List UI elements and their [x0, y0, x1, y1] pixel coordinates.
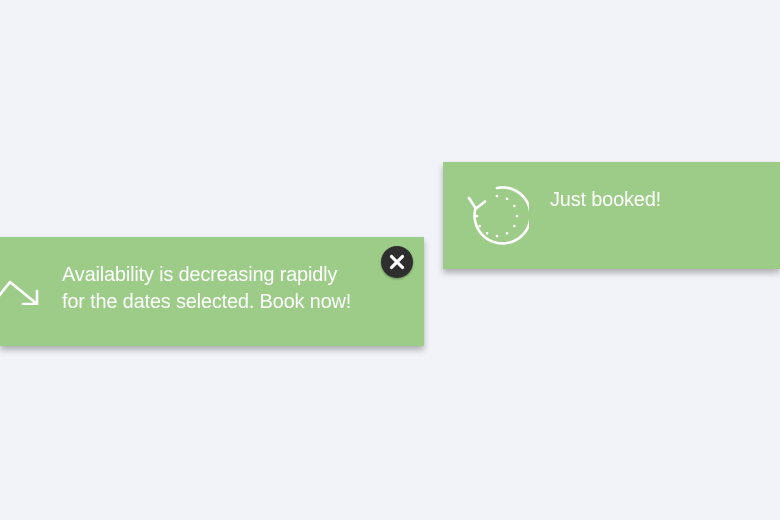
close-button[interactable]	[381, 246, 413, 278]
clock-rewind-icon	[467, 186, 529, 245]
just-booked-notification: Just booked!	[443, 162, 780, 269]
close-icon	[389, 254, 405, 270]
availability-message: Availability is decreasing rapidly for t…	[62, 262, 351, 316]
availability-message-line-2: for the dates selected. Book now!	[62, 291, 352, 313]
availability-notification: Availability is decreasing rapidly for t…	[0, 237, 424, 346]
availability-message-line-1: Availability is decreasing rapidly	[62, 264, 338, 286]
just-booked-message: Just booked!	[550, 189, 662, 211]
trend-down-icon	[0, 280, 39, 305]
